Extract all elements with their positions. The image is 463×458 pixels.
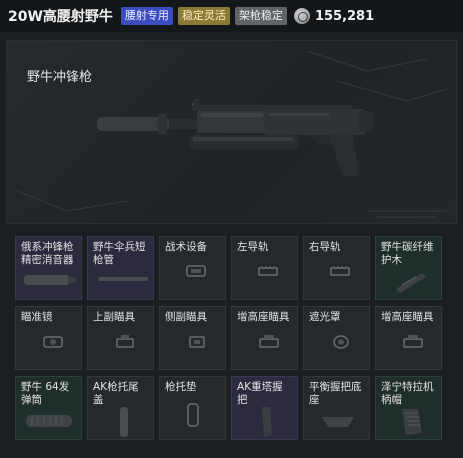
slot-label: 增高座瞄具 [237,311,290,323]
slot-label: 平衡握把底 座 [309,381,362,406]
grip-cap-icon [402,409,422,435]
tactical-device-icon [186,265,206,277]
slot-grip-base[interactable]: 平衡握把底 座 [303,376,370,440]
currency-value: 155,281 [314,8,375,24]
slot-trigger-cap[interactable]: 泽宁特拉机 柄帽 [375,376,442,440]
sight-icon [116,335,134,348]
weapon-name: 野牛冲锋枪 [27,70,93,85]
slot-stock-cap[interactable]: AK枪托尾 盖 [87,376,154,440]
slot-label: 野牛 64发 弹筒 [21,381,70,406]
slot-left-rail[interactable]: 左导轨 [231,236,298,300]
tag-stable: 稳定灵活 [177,7,230,25]
handguard-icon [396,273,426,293]
slot-barrel[interactable]: 野牛伞兵短 枪管 [87,236,154,300]
sight-icon [189,336,205,348]
rail-icon [258,266,278,276]
slot-muzzle[interactable]: 俄系冲锋枪 精密消音器 [15,236,82,300]
slot-lens-hood[interactable]: 遮光罩 [303,306,370,370]
stock-pad-icon [187,403,199,427]
magazine-icon [26,415,72,427]
slot-right-rail[interactable]: 右导轨 [303,236,370,300]
rail-icon [330,266,350,276]
slot-label: AK枪托尾 盖 [93,381,139,406]
slot-label: 上副瞄具 [93,311,135,323]
lens-hood-icon [333,335,349,349]
slot-label: 俄系冲锋枪 精密消音器 [21,241,74,266]
slot-label: 泽宁特拉机 柄帽 [381,381,434,406]
riser-sight-icon [259,335,279,348]
slot-label: 右导轨 [309,241,341,253]
slot-label: 侧副瞄具 [165,311,207,323]
coin-icon [293,8,310,24]
slot-label: 战术设备 [165,241,207,253]
slot-tactical[interactable]: 战术设备 [159,236,226,300]
slot-label: 野牛伞兵短 枪管 [93,241,146,266]
tag-mount: 架枪稳定 [234,7,287,25]
slot-magazine[interactable]: 野牛 64发 弹筒 [15,376,82,440]
scope-icon [43,336,63,348]
riser-sight-icon [403,335,423,348]
grip-base-icon [322,417,354,427]
tag-hipfire: 腰射专用 [120,7,173,25]
slot-grip[interactable]: AK重塔握 把 [231,376,298,440]
slot-side-sight[interactable]: 侧副瞄具 [159,306,226,370]
slot-riser-sight-1[interactable]: 增高座瞄具 [231,306,298,370]
grip-icon [262,407,272,437]
slot-scope[interactable]: 瞄准镜 [15,306,82,370]
header-bar: 20W高腰射野牛 腰射专用 稳定灵活 架枪稳定 155,281 [0,0,463,32]
weapon-preview-panel: 野牛冲锋枪 [6,40,457,224]
slot-label: 枪托垫 [165,381,197,393]
slot-handguard[interactable]: 野牛碳纤维 护木 [375,236,442,300]
stock-cap-icon [120,407,128,437]
slot-label: 瞄准镜 [21,311,53,323]
suppressor-icon [24,275,76,285]
slot-riser-sight-2[interactable]: 增高座瞄具 [375,306,442,370]
slot-label: 左导轨 [237,241,269,253]
slot-label: 增高座瞄具 [381,311,434,323]
loadout-title: 20W高腰射野牛 [8,9,113,25]
slot-stock-pad[interactable]: 枪托垫 [159,376,226,440]
slot-top-sight[interactable]: 上副瞄具 [87,306,154,370]
barrel-icon [98,277,148,281]
bizon-smg-image [97,99,373,177]
slot-label: 野牛碳纤维 护木 [381,241,434,266]
slot-label: 遮光罩 [309,311,341,323]
slot-label: AK重塔握 把 [237,381,283,406]
